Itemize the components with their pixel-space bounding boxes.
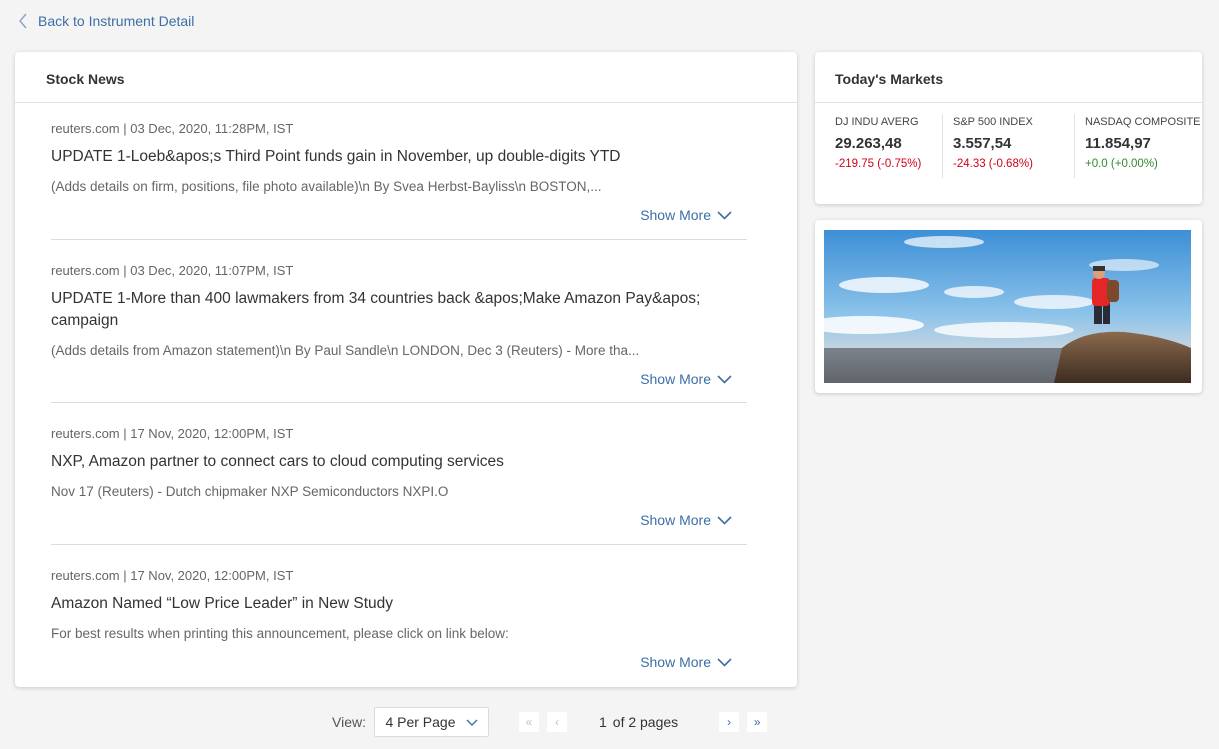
markets-indices: DJ INDU AVERG 29.263,48 -219.75 (-0.75%)… [815,103,1202,178]
chevron-right-icon: › [727,715,732,729]
news-meta: reuters.com | 03 Dec, 2020, 11:28PM, IST [51,121,294,136]
promo-image-card [815,220,1202,393]
news-title[interactable]: NXP, Amazon partner to connect cars to c… [51,451,731,473]
market-index-nasdaq[interactable]: NASDAQ COMPOSITE 11.854,97 +0.0 (+0.00%) [1074,114,1202,178]
back-to-instrument-detail-link[interactable]: Back to Instrument Detail [18,13,194,29]
show-more-button[interactable]: Show More [640,371,732,387]
stock-news-card: Stock News reuters.com | 03 Dec, 2020, 1… [15,52,797,687]
todays-markets-card: Today's Markets DJ INDU AVERG 29.263,48 … [815,52,1202,204]
chevron-left-icon [19,13,27,29]
show-more-label: Show More [640,207,711,223]
last-page-button[interactable]: » [747,712,768,732]
market-index-name: DJ INDU AVERG [835,116,919,128]
per-page-select[interactable]: 4 Per Page [373,707,489,737]
show-more-label: Show More [640,512,711,528]
news-snippet: For best results when printing this anno… [51,626,509,641]
market-index-value: 11.854,97 [1085,135,1151,152]
double-chevron-right-icon: » [753,715,761,729]
previous-page-button[interactable]: ‹ [546,712,567,732]
pagination-bar: View: 4 Per Page « ‹ 1 of 2 pages › » [332,707,768,737]
show-more-button[interactable]: Show More [640,207,732,223]
stock-news-title: Stock News [15,52,797,103]
news-item: reuters.com | 03 Dec, 2020, 11:28PM, IST… [51,103,747,240]
chevron-down-icon [717,515,732,525]
market-index-dj[interactable]: DJ INDU AVERG 29.263,48 -219.75 (-0.75%) [815,114,942,178]
per-page-value: 4 Per Page [385,714,456,730]
news-snippet: Nov 17 (Reuters) - Dutch chipmaker NXP S… [51,484,449,499]
market-index-change: -24.33 (-0.68%) [953,158,1033,170]
news-item: reuters.com | 17 Nov, 2020, 12:00PM, IST… [51,545,747,685]
news-meta: reuters.com | 17 Nov, 2020, 12:00PM, IST [51,426,294,441]
market-index-value: 29.263,48 [835,135,902,152]
first-page-button[interactable]: « [518,712,539,732]
news-title[interactable]: UPDATE 1-Loeb&apos;s Third Point funds g… [51,146,731,168]
news-snippet: (Adds details from Amazon statement)\n B… [51,343,640,358]
show-more-label: Show More [640,654,711,670]
next-page-button[interactable]: › [719,712,740,732]
news-meta: reuters.com | 03 Dec, 2020, 11:07PM, IST [51,263,294,278]
market-index-value: 3.557,54 [953,135,1012,152]
news-title[interactable]: Amazon Named “Low Price Leader” in New S… [51,593,731,615]
news-item: reuters.com | 17 Nov, 2020, 12:00PM, IST… [51,403,747,545]
chevron-down-icon [717,210,732,220]
chevron-down-icon [466,719,478,726]
market-index-name: NASDAQ COMPOSITE [1085,116,1201,128]
show-more-button[interactable]: Show More [640,512,732,528]
chevron-down-icon [717,657,732,667]
double-chevron-left-icon: « [525,715,533,729]
hiker-on-cliff-image [824,230,1191,383]
todays-markets-title: Today's Markets [815,52,1202,103]
back-link-label: Back to Instrument Detail [38,13,195,29]
news-snippet: (Adds details on firm, positions, file p… [51,179,602,194]
chevron-left-icon: ‹ [554,715,559,729]
show-more-button[interactable]: Show More [640,654,732,670]
news-list: reuters.com | 03 Dec, 2020, 11:28PM, IST… [15,103,797,685]
market-index-name: S&P 500 INDEX [953,116,1033,128]
news-item: reuters.com | 03 Dec, 2020, 11:07PM, IST… [51,240,747,403]
market-index-sp500[interactable]: S&P 500 INDEX 3.557,54 -24.33 (-0.68%) [942,114,1074,178]
news-meta: reuters.com | 17 Nov, 2020, 12:00PM, IST [51,568,294,583]
view-label: View: [332,714,366,730]
show-more-label: Show More [640,371,711,387]
market-index-change: -219.75 (-0.75%) [835,158,922,170]
news-title[interactable]: UPDATE 1-More than 400 lawmakers from 34… [51,288,731,332]
market-index-change: +0.0 (+0.00%) [1085,158,1158,170]
current-page-number: 1 [598,714,607,730]
chevron-down-icon [717,374,732,384]
page-count-label: of 2 pages [612,714,679,730]
